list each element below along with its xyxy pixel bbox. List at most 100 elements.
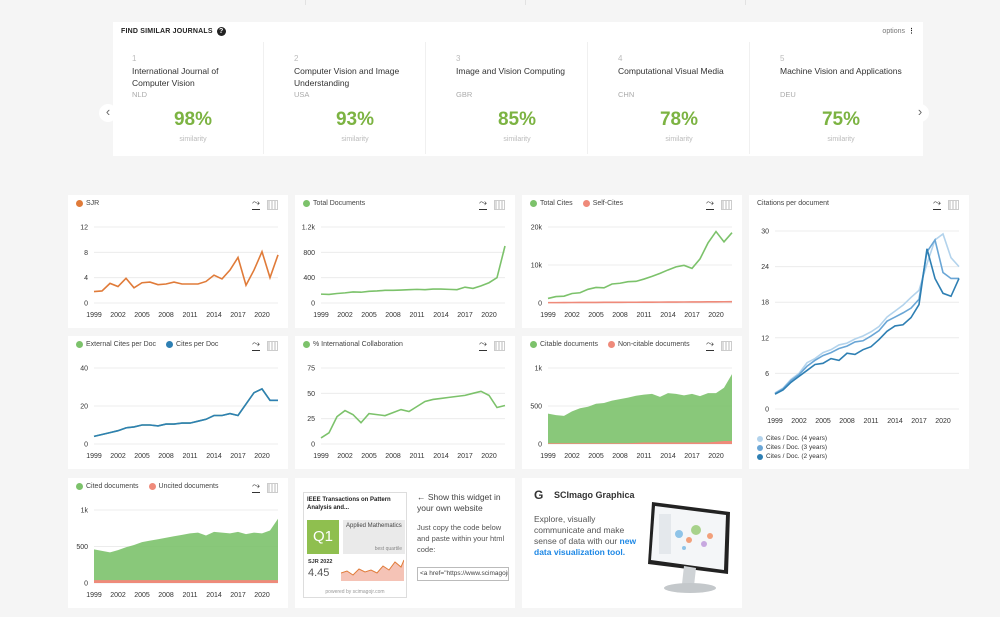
monitor-stand (682, 566, 696, 586)
y-tick-label: 0 (84, 301, 88, 308)
journal-rank: 1 (132, 54, 137, 63)
x-tick-label: 2014 (433, 312, 449, 319)
x-tick-label: 2005 (134, 592, 150, 599)
area-series-uncited-documents (94, 580, 278, 583)
y-tick-label: 1k (81, 508, 89, 515)
y-tick-label: 0 (538, 442, 542, 449)
widget-code-input[interactable]: <a href="https://www.scimagojr.com/journ… (417, 567, 509, 581)
widget-category-name: Applied Mathematics (346, 523, 402, 529)
top-strip-segment (525, 0, 746, 5)
y-tick-label: 500 (76, 544, 88, 551)
international-collaboration-chart-panel: % International Collaboration ⤳ 0 25 50 75 199… (295, 336, 515, 469)
x-tick-label: 2002 (791, 418, 807, 425)
y-tick-label: 10k (531, 263, 543, 270)
x-tick-label: 2008 (385, 312, 401, 319)
scimago-graphica-panel[interactable]: G SCImago Graphica Explore, visually com… (522, 478, 742, 608)
x-tick-label: 2014 (206, 312, 222, 319)
legend-label: Cites / Doc. (3 years) (766, 444, 828, 451)
bottom-legend-item: Cites / Doc. (2 years) (757, 453, 827, 460)
x-tick-label: 2017 (230, 592, 246, 599)
chart-svg: 0 400 800 1.2k 1999 2002 2005 2008 2011 2014 2017 2… (302, 225, 506, 319)
line-series-sjr (93, 249, 279, 293)
x-tick-label: 2011 (182, 453, 197, 460)
similar-journal-card[interactable]: 1 International Journal of Computer Visi… (113, 42, 264, 154)
x-tick-label: 2002 (337, 312, 353, 319)
x-tick-label: 2017 (230, 312, 246, 319)
screen-bubble (686, 537, 692, 543)
x-tick-label: 2011 (182, 312, 197, 319)
y-tick-label: 12 (761, 335, 769, 342)
widget-category: Applied Mathematics best quartile (343, 520, 405, 554)
similar-journal-card[interactable]: 3 Image and Vision Computing GBR 85% sim… (437, 42, 588, 154)
chart-svg: 0 4 8 12 1999 2002 2005 2008 2011 2014 2017 2020 (80, 225, 279, 319)
x-tick-label: 2005 (134, 453, 150, 460)
y-tick-label: 24 (761, 264, 769, 271)
x-tick-label: 2014 (433, 453, 449, 460)
area-series-cited-documents (94, 518, 278, 583)
x-tick-label: 2014 (660, 453, 676, 460)
line-series-cites-doc-years- (774, 248, 960, 395)
x-tick-label: 2017 (457, 453, 473, 460)
x-tick-label: 2014 (660, 312, 676, 319)
widget-journal-title: IEEE Transactions on Pattern Analysis an… (307, 497, 391, 511)
widget-best-quartile: best quartile (374, 546, 402, 552)
x-tick-label: 2014 (206, 592, 222, 599)
quartile-badge: Q1 (307, 520, 339, 554)
x-tick-label: 2005 (134, 312, 150, 319)
similar-journal-card[interactable]: 2 Computer Vision and Image Understandin… (275, 42, 426, 154)
similar-journal-card[interactable]: 4 Computational Visual Media CHN 78% sim… (599, 42, 750, 154)
y-tick-label: 0 (311, 442, 315, 449)
x-tick-label: 2017 (684, 312, 700, 319)
screen-bubble (675, 530, 683, 538)
similar-journals-panel: FIND SIMILAR JOURNALS ? options ⋮ ‹ › 1 I… (99, 22, 929, 156)
x-tick-label: 2008 (158, 592, 174, 599)
journal-name[interactable]: Computer Vision and Image Understanding (294, 65, 419, 89)
sjr-widget[interactable]: IEEE Transactions on Pattern Analysis an… (303, 492, 407, 598)
similarity-label: similarity (665, 136, 693, 143)
widget-sjr-value: 4.45 (308, 567, 330, 579)
legend-dot (757, 453, 763, 460)
journal-country: GBR (456, 90, 473, 99)
y-tick-label: 0 (765, 407, 769, 414)
widget-sparkline (341, 559, 404, 581)
journal-name[interactable]: International Journal of Computer Vision (132, 65, 257, 89)
y-tick-label: 500 (530, 404, 542, 411)
top-strip-segment (305, 0, 526, 5)
area-series-citable-documents (548, 374, 732, 444)
options-label: options (882, 28, 905, 35)
journal-country: CHN (618, 90, 635, 99)
y-tick-label: 12 (80, 225, 88, 232)
line-series-cites-per-doc (93, 387, 278, 438)
y-tick-label: 20k (531, 225, 543, 232)
x-tick-label: 2005 (361, 312, 377, 319)
y-tick-label: 800 (303, 250, 315, 257)
sjr-chart-panel: SJR ⤳ 0 4 8 12 1999 2002 2005 2008 2011 2014 2017 202… (68, 195, 288, 328)
x-tick-label: 2011 (863, 418, 878, 425)
chart-svg: 0 20 40 1999 2002 2005 2008 2011 2014 2017 2020 (80, 366, 278, 460)
x-tick-label: 2020 (254, 312, 270, 319)
chart-svg: 0 500 1k 1999 2002 2005 2008 2011 2014 2017 2020 (530, 366, 732, 460)
x-tick-label: 2011 (182, 592, 197, 599)
y-tick-label: 0 (84, 442, 88, 449)
x-tick-label: 2014 (206, 453, 222, 460)
similarity-label: similarity (827, 136, 855, 143)
similar-journal-card[interactable]: 5 Machine Vision and Applications DEU 75… (761, 42, 911, 154)
options-button[interactable]: options ⋮ (882, 27, 915, 35)
graphica-title: SCImago Graphica (554, 490, 635, 500)
help-icon[interactable]: ? (216, 27, 226, 36)
x-tick-label: 2017 (457, 312, 473, 319)
screen-bubble (691, 525, 701, 535)
journal-name[interactable]: Machine Vision and Applications (780, 65, 905, 77)
similarity-percent: 75% (821, 109, 861, 130)
x-tick-label: 2005 (588, 312, 604, 319)
x-tick-label: 2020 (481, 312, 497, 319)
journal-name[interactable]: Computational Visual Media (618, 65, 743, 77)
graphica-description-text: Explore, visually communicate and make s… (534, 514, 625, 546)
journal-rank: 5 (780, 54, 785, 63)
legend-label: Cites / Doc. (4 years) (766, 435, 828, 442)
journal-name[interactable]: Image and Vision Computing (456, 65, 581, 77)
x-tick-label: 2020 (708, 453, 724, 460)
x-tick-label: 2008 (158, 453, 174, 460)
x-tick-label: 1999 (313, 453, 329, 460)
x-tick-label: 1999 (86, 312, 102, 319)
